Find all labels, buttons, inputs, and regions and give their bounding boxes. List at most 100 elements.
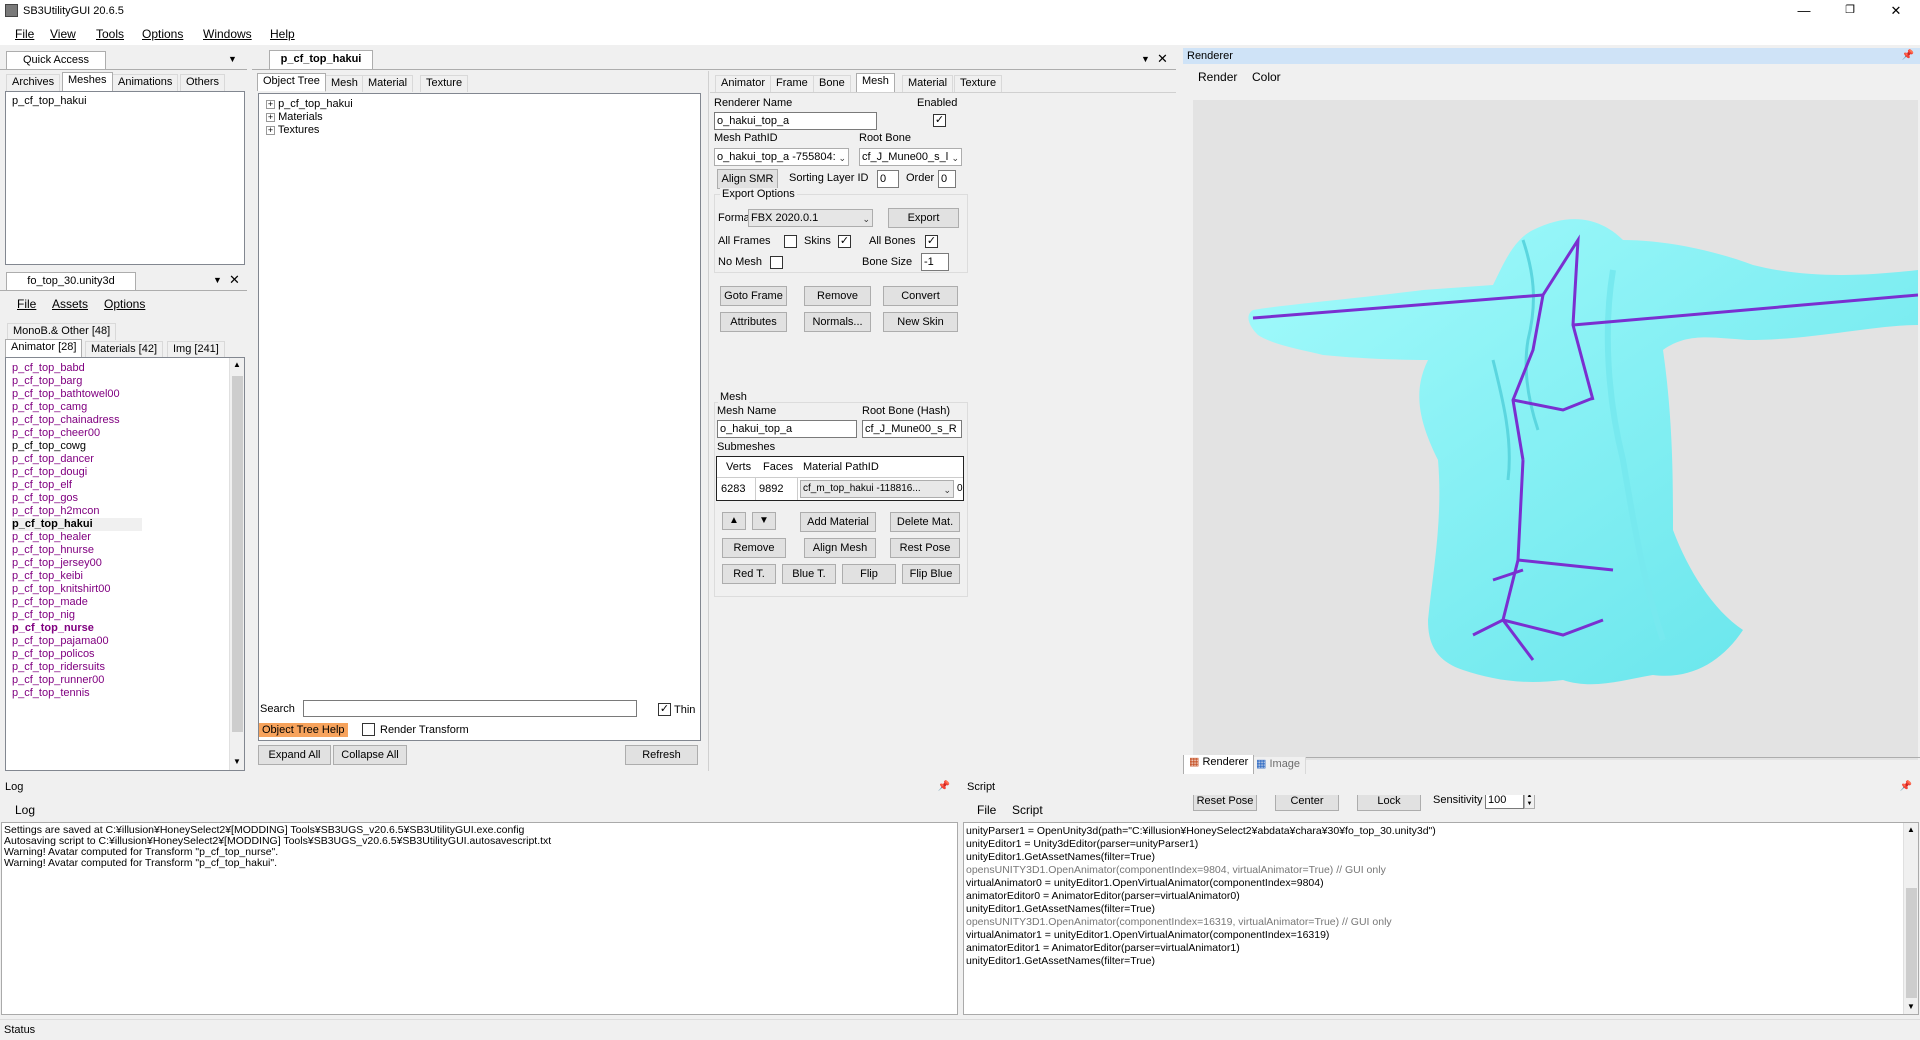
- flip-button[interactable]: Flip: [842, 564, 896, 584]
- list-item[interactable]: p_cf_top_keibi: [12, 570, 244, 583]
- list-scrollbar[interactable]: ▲ ▼: [229, 358, 244, 770]
- quick-access-tab[interactable]: Quick Access: [6, 51, 106, 69]
- skins-checkbox[interactable]: ✓: [838, 235, 851, 248]
- blue-t-button[interactable]: Blue T.: [782, 564, 836, 584]
- extra-cell[interactable]: 0: [957, 483, 963, 494]
- menu-options[interactable]: Options: [142, 27, 183, 41]
- rest-pose-button[interactable]: Rest Pose: [890, 538, 960, 558]
- all-bones-checkbox[interactable]: ✓: [925, 235, 938, 248]
- tab-frame[interactable]: Frame: [770, 75, 814, 92]
- list-item[interactable]: p_cf_top_bathtowel00: [12, 388, 244, 401]
- list-item[interactable]: p_cf_top_ridersuits: [12, 661, 244, 674]
- menu-tools[interactable]: Tools: [96, 27, 124, 41]
- submeshes-grid[interactable]: Verts Faces Material PathID 6283 9892 cf…: [716, 456, 964, 501]
- list-item[interactable]: p_cf_top_hakui: [12, 518, 142, 531]
- log-menu[interactable]: Log: [15, 803, 35, 817]
- expand-all-button[interactable]: Expand All: [258, 745, 331, 765]
- goto-frame-button[interactable]: Goto Frame: [720, 286, 787, 306]
- menu-help[interactable]: Help: [270, 27, 295, 41]
- render-viewport[interactable]: [1193, 100, 1918, 760]
- list-item[interactable]: p_cf_top_nurse: [12, 622, 244, 635]
- unity-menu-file[interactable]: File: [17, 297, 36, 311]
- script-scrollbar[interactable]: ▲ ▼: [1903, 823, 1918, 1014]
- list-item[interactable]: p_cf_top_cheer00: [12, 427, 244, 440]
- script-menu-script[interactable]: Script: [1012, 803, 1043, 817]
- renderer-menu-render[interactable]: Render: [1198, 70, 1237, 84]
- list-item[interactable]: p_cf_top_healer: [12, 531, 244, 544]
- list-item[interactable]: p_cf_top_jersey00: [12, 557, 244, 570]
- mesh-name-input[interactable]: o_hakui_top_a: [717, 420, 857, 438]
- script-menu-file[interactable]: File: [977, 803, 996, 817]
- tab-mesh[interactable]: Mesh: [325, 75, 364, 92]
- tab-animations[interactable]: Animations: [112, 74, 179, 91]
- material-pathid-select[interactable]: cf_m_top_hakui -118816... ⌄: [800, 480, 954, 498]
- column-header[interactable]: Material PathID: [803, 461, 879, 473]
- unity-file-tab[interactable]: fo_top_30.unity3d: [6, 272, 136, 290]
- maximize-button[interactable]: ❐: [1827, 0, 1873, 23]
- red-t-button[interactable]: Red T.: [722, 564, 776, 584]
- no-mesh-checkbox[interactable]: [770, 256, 783, 269]
- meshes-list[interactable]: p_cf_top_hakui: [5, 91, 245, 265]
- align-smr-button[interactable]: Align SMR: [717, 169, 778, 189]
- dropdown-arrow-icon[interactable]: ▼: [228, 54, 237, 64]
- delete-mat-button[interactable]: Delete Mat.: [890, 512, 960, 532]
- tree-node[interactable]: + Textures: [266, 124, 319, 136]
- expand-icon[interactable]: +: [266, 113, 275, 122]
- tab-meshes[interactable]: Meshes: [62, 72, 113, 91]
- list-item[interactable]: p_cf_top_nig: [12, 609, 244, 622]
- list-item[interactable]: p_cf_top_h2mcon: [12, 505, 244, 518]
- object-tree[interactable]: + p_cf_top_hakui + Materials + Textures: [258, 93, 701, 741]
- tab-img[interactable]: Img [241]: [167, 341, 225, 358]
- log-output[interactable]: Settings are saved at C:¥illusion¥HoneyS…: [1, 822, 958, 1015]
- list-item[interactable]: p_cf_top_hnurse: [12, 544, 244, 557]
- pin-icon[interactable]: 📌: [1902, 50, 1914, 61]
- column-header[interactable]: Faces: [763, 461, 793, 473]
- menu-view[interactable]: View: [50, 27, 76, 41]
- list-item[interactable]: p_cf_top_policos: [12, 648, 244, 661]
- tab-materials[interactable]: Materials [42]: [85, 341, 164, 358]
- attributes-button[interactable]: Attributes: [720, 312, 787, 332]
- list-item[interactable]: p_cf_top_made: [12, 596, 244, 609]
- verts-cell[interactable]: 6283: [721, 483, 745, 495]
- tab-material-editor[interactable]: Material: [902, 75, 954, 92]
- unity-menu-assets[interactable]: Assets: [52, 297, 88, 311]
- tab-texture-editor[interactable]: Texture: [954, 75, 1003, 92]
- pin-icon[interactable]: 📌: [1900, 781, 1912, 792]
- list-item[interactable]: p_cf_top_hakui: [6, 92, 244, 107]
- list-item[interactable]: p_cf_top_babd: [12, 362, 244, 375]
- collapse-all-button[interactable]: Collapse All: [333, 745, 407, 765]
- list-item[interactable]: p_cf_top_barg: [12, 375, 244, 388]
- unity-menu-options[interactable]: Options: [104, 297, 145, 311]
- export-button[interactable]: Export: [888, 208, 959, 228]
- root-bone-hash-input[interactable]: cf_J_Mune00_s_R: [862, 420, 962, 438]
- list-item[interactable]: p_cf_top_camg: [12, 401, 244, 414]
- refresh-button[interactable]: Refresh: [625, 745, 698, 765]
- render-transform-checkbox[interactable]: [362, 723, 375, 736]
- thin-checkbox[interactable]: ✓: [658, 703, 671, 716]
- enabled-checkbox[interactable]: ✓: [933, 114, 946, 127]
- move-down-button[interactable]: ▼: [752, 512, 776, 530]
- tab-animator[interactable]: Animator [28]: [5, 339, 83, 357]
- column-header[interactable]: Verts: [726, 461, 751, 473]
- doc-tab[interactable]: p_cf_top_hakui: [269, 50, 373, 69]
- tab-texture[interactable]: Texture: [420, 75, 469, 92]
- sorting-layer-input[interactable]: 0: [877, 170, 899, 188]
- order-input[interactable]: 0: [938, 170, 956, 188]
- object-tree-help[interactable]: Object Tree Help: [259, 723, 348, 737]
- all-frames-checkbox[interactable]: [784, 235, 797, 248]
- tab-mesh-editor[interactable]: Mesh: [856, 73, 895, 92]
- expand-icon[interactable]: +: [266, 126, 275, 135]
- add-material-button[interactable]: Add Material: [800, 512, 876, 532]
- dropdown-arrow-icon[interactable]: ▼: [1141, 54, 1150, 64]
- faces-cell[interactable]: 9892: [759, 483, 783, 495]
- tab-others[interactable]: Others: [180, 74, 226, 91]
- scroll-up-icon[interactable]: ▲: [1907, 825, 1915, 834]
- tab-monob-other[interactable]: MonoB.& Other [48]: [7, 323, 117, 340]
- search-input[interactable]: [303, 700, 637, 717]
- root-bone-select[interactable]: cf_J_Mune00_s_l ⌄: [859, 148, 962, 166]
- list-item[interactable]: p_cf_top_pajama00: [12, 635, 244, 648]
- tree-node[interactable]: + p_cf_top_hakui: [266, 98, 353, 110]
- tab-bone[interactable]: Bone: [813, 75, 851, 92]
- tab-archives[interactable]: Archives: [6, 74, 61, 91]
- mesh-pathid-select[interactable]: o_hakui_top_a -755804: ⌄: [714, 148, 849, 166]
